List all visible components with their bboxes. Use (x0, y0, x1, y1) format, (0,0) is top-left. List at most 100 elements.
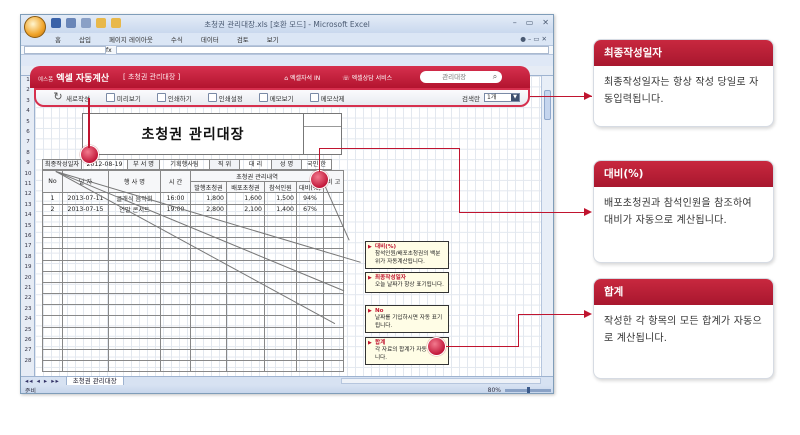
empty-cell[interactable] (323, 259, 345, 272)
empty-cell[interactable] (295, 259, 325, 272)
empty-cell[interactable] (264, 304, 297, 317)
empty-cell[interactable] (42, 248, 63, 261)
cell-ratio[interactable]: 67% (295, 203, 325, 216)
row-header[interactable]: 17 (21, 243, 35, 249)
row-header[interactable]: 18 (21, 254, 35, 260)
office-button[interactable] (24, 16, 46, 38)
empty-cell[interactable] (323, 270, 345, 283)
empty-cell[interactable] (295, 281, 325, 295)
cell-ratio[interactable]: 94% (295, 192, 325, 205)
sheet-nav-arrows[interactable]: ◂◂ ◂ ▸ ▸▸ (25, 377, 60, 385)
empty-cell[interactable] (160, 348, 191, 362)
empty-cell[interactable] (62, 326, 109, 339)
row-header[interactable]: 20 (21, 275, 35, 281)
new-doc-button[interactable]: ↻ 새로작성 (52, 91, 90, 103)
empty-cell[interactable] (323, 326, 345, 339)
row-header[interactable]: 25 (21, 327, 35, 333)
row-header[interactable]: 24 (21, 316, 35, 322)
empty-cell[interactable] (323, 337, 345, 351)
cell-note[interactable] (323, 192, 345, 205)
row-header[interactable]: 12 (21, 191, 35, 197)
empty-cell[interactable] (264, 237, 297, 250)
empty-cell[interactable] (108, 337, 161, 351)
row-header[interactable]: 5 (21, 119, 35, 125)
empty-cell[interactable] (108, 237, 161, 250)
empty-cell[interactable] (190, 281, 227, 295)
row-header[interactable]: 27 (21, 347, 35, 353)
row-header[interactable]: 13 (21, 202, 35, 208)
empty-cell[interactable] (264, 248, 297, 261)
empty-cell[interactable] (323, 225, 345, 239)
row-header[interactable]: 23 (21, 306, 35, 312)
row-header[interactable]: 9 (21, 160, 35, 166)
empty-cell[interactable] (264, 337, 297, 351)
memo-view-button[interactable]: 메모보기 (258, 93, 294, 103)
minimize-button[interactable]: – (513, 18, 517, 27)
row-header[interactable]: 28 (21, 358, 35, 364)
empty-cell[interactable] (108, 259, 161, 272)
empty-cell[interactable] (264, 360, 297, 373)
empty-cell[interactable] (264, 348, 297, 362)
row-header[interactable]: 15 (21, 223, 35, 229)
empty-cell[interactable] (295, 214, 325, 227)
row-header[interactable]: 16 (21, 233, 35, 239)
empty-cell[interactable] (226, 337, 265, 351)
empty-cell[interactable] (226, 293, 265, 306)
empty-cell[interactable] (226, 360, 265, 373)
empty-cell[interactable] (323, 293, 345, 306)
empty-cell[interactable] (108, 293, 161, 306)
cell-distributed[interactable]: 2,100 (226, 203, 265, 216)
empty-cell[interactable] (42, 304, 63, 317)
row-header[interactable]: 6 (21, 129, 35, 135)
search-select[interactable]: 1개 ▼ (484, 93, 520, 102)
empty-cell[interactable] (62, 225, 109, 239)
cell-issued[interactable]: 1,800 (190, 192, 227, 205)
cell-attendees[interactable]: 1,500 (264, 192, 297, 205)
print-settings-button[interactable]: 인쇄설정 (207, 93, 243, 103)
empty-cell[interactable] (295, 293, 325, 306)
cell-time[interactable]: 16:00 (160, 192, 191, 205)
empty-cell[interactable] (62, 293, 109, 306)
empty-cell[interactable] (108, 360, 161, 373)
empty-cell[interactable] (295, 348, 325, 362)
empty-cell[interactable] (42, 326, 63, 339)
empty-cell[interactable] (190, 293, 227, 306)
empty-cell[interactable] (190, 360, 227, 373)
empty-cell[interactable] (160, 293, 191, 306)
help-icon[interactable]: ● – ▭ ✕ (520, 35, 547, 43)
empty-cell[interactable] (108, 270, 161, 283)
empty-cell[interactable] (226, 304, 265, 317)
row-header[interactable]: 3 (21, 98, 35, 104)
tab-insert[interactable]: 삽입 (79, 34, 91, 44)
close-button[interactable]: ✕ (542, 18, 549, 27)
cell-distributed[interactable]: 1,600 (226, 192, 265, 205)
cell-date[interactable]: 2013-07-15 (62, 203, 109, 216)
empty-cell[interactable] (62, 270, 109, 283)
empty-cell[interactable] (108, 281, 161, 295)
empty-cell[interactable] (62, 214, 109, 227)
empty-cell[interactable] (108, 315, 161, 328)
empty-cell[interactable] (264, 225, 297, 239)
empty-cell[interactable] (190, 270, 227, 283)
empty-cell[interactable] (323, 304, 345, 317)
empty-cell[interactable] (190, 304, 227, 317)
empty-cell[interactable] (226, 315, 265, 328)
vertical-scrollbar[interactable] (541, 76, 553, 380)
tab-review[interactable]: 검토 (237, 34, 249, 44)
row-header[interactable]: 14 (21, 212, 35, 218)
empty-cell[interactable] (323, 237, 345, 250)
empty-cell[interactable] (42, 315, 63, 328)
fx-icon[interactable]: fx (106, 47, 112, 54)
preview-button[interactable]: 미리보기 (105, 93, 141, 103)
empty-cell[interactable] (62, 259, 109, 272)
empty-cell[interactable] (42, 214, 63, 227)
empty-cell[interactable] (226, 326, 265, 339)
empty-cell[interactable] (62, 337, 109, 351)
empty-cell[interactable] (295, 337, 325, 351)
app-search-input[interactable]: 관리대장 ⌕ (420, 71, 503, 83)
tab-data[interactable]: 데이터 (201, 34, 219, 44)
scroll-thumb[interactable] (544, 90, 551, 120)
empty-cell[interactable] (264, 214, 297, 227)
empty-cell[interactable] (226, 348, 265, 362)
empty-cell[interactable] (295, 225, 325, 239)
